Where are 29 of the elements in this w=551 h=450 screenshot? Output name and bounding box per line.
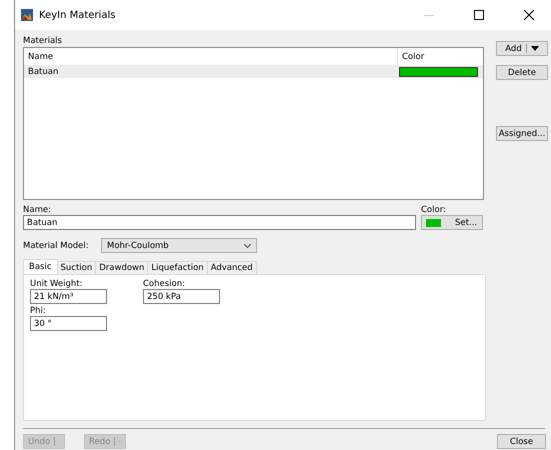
input-field[interactable]: 21 kN/m³ [30, 289, 107, 304]
input-field[interactable]: 30 ° [30, 316, 107, 331]
tab[interactable]: Basic [23, 259, 58, 274]
tab[interactable]: Advanced [206, 261, 257, 274]
maximize-icon[interactable] [474, 10, 484, 20]
color-label: Color: [421, 205, 447, 215]
name-label: Name: [23, 205, 52, 215]
field-label: Phi: [30, 306, 47, 316]
name-field[interactable]: Batuan [23, 215, 416, 230]
side-button[interactable]: Delete [496, 65, 548, 80]
side-button[interactable]: Assigned... [496, 126, 548, 141]
input-field[interactable]: 250 kPa [143, 289, 220, 304]
material-model-dropdown[interactable]: Mohr-Coulomb [101, 238, 257, 253]
close-button[interactable]: Close [497, 434, 546, 449]
field-label: Unit Weight: [30, 279, 84, 289]
set-color-button[interactable]: Set... [421, 215, 483, 230]
add-button[interactable]: Add [496, 41, 548, 56]
close-icon[interactable] [524, 10, 534, 20]
material-model-label: Material Model: [23, 240, 90, 250]
window-title: KeyIn Materials [39, 10, 116, 20]
caret-icon [530, 46, 539, 51]
column-header[interactable]: Name [24, 52, 397, 62]
chevron-icon [244, 244, 251, 248]
tab[interactable]: Liquefaction [147, 261, 208, 274]
field-label: Cohesion: [143, 279, 186, 289]
materials-label: Materials [23, 36, 63, 46]
material-row[interactable]: Batuan [24, 65, 483, 78]
app-icon [21, 9, 33, 21]
table-cell-text: Batuan [27, 66, 60, 76]
